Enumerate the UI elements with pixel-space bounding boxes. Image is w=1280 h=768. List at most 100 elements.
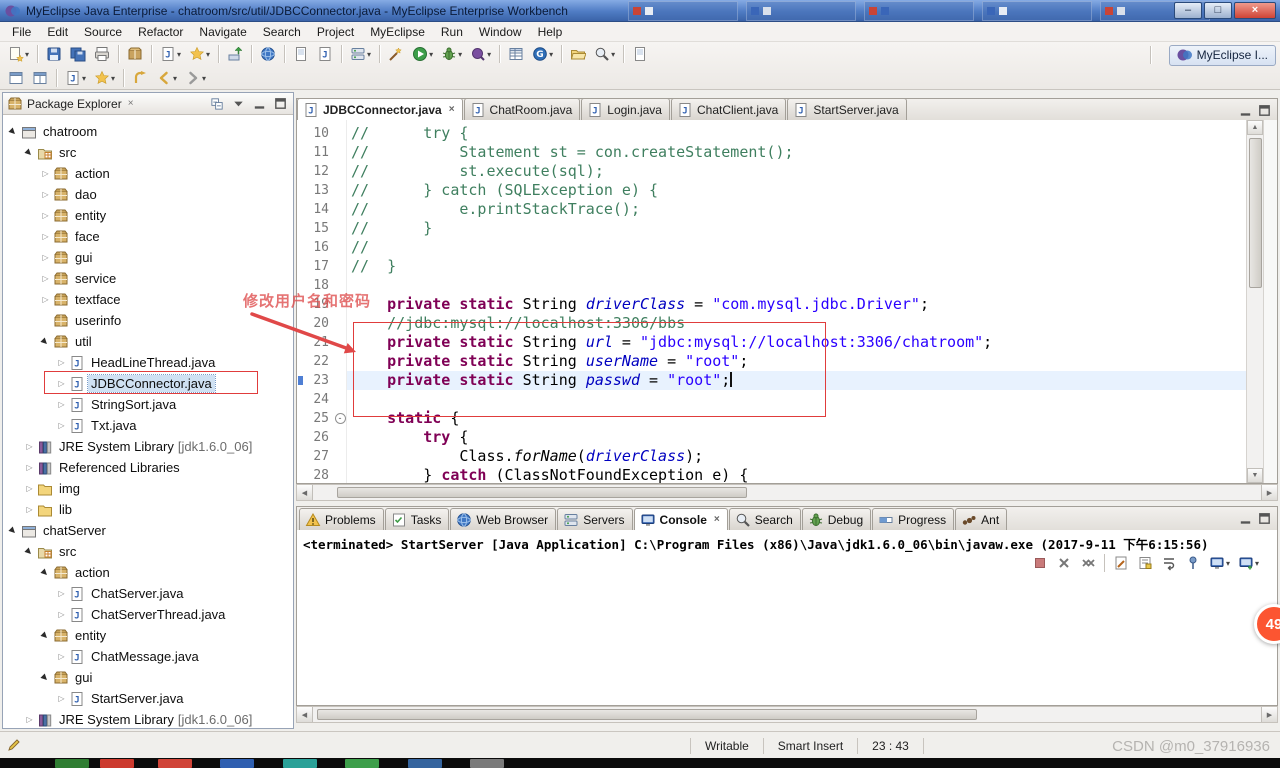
tree-item-action[interactable]: action (3, 562, 293, 583)
menu-help[interactable]: Help (530, 23, 571, 41)
dropdown-arrow-icon[interactable]: ▾ (1255, 559, 1259, 568)
menu-source[interactable]: Source (76, 23, 130, 41)
tree-item-referenced-libraries[interactable]: Referenced Libraries (3, 457, 293, 478)
tree-item-entity[interactable]: entity (3, 205, 293, 226)
scroll-up-icon[interactable]: ▲ (1247, 120, 1263, 135)
tree-item-img[interactable]: img (3, 478, 293, 499)
split-editor-button[interactable] (29, 67, 51, 89)
expand-arrow-icon[interactable] (39, 253, 52, 262)
new-java-project-button[interactable]: J ▾ (157, 43, 184, 65)
minimize-console-button[interactable] (1237, 510, 1254, 527)
dropdown-arrow-icon[interactable]: ▾ (1226, 559, 1230, 568)
deploy-module-button[interactable] (224, 43, 246, 65)
scroll-down-icon[interactable]: ▼ (1247, 468, 1263, 483)
collapse-arrow-icon[interactable] (39, 673, 52, 682)
dropdown-arrow-icon[interactable]: ▾ (611, 50, 615, 59)
dropdown-arrow-icon[interactable]: ▾ (458, 50, 462, 59)
expand-arrow-icon[interactable] (39, 211, 52, 220)
line-number[interactable]: 26 (304, 428, 334, 447)
expand-arrow-icon[interactable] (23, 505, 36, 514)
tree-item-chatmessage-java[interactable]: J ChatMessage.java (3, 646, 293, 667)
menu-window[interactable]: Window (471, 23, 530, 41)
expand-arrow-icon[interactable] (55, 652, 68, 661)
back-button[interactable]: ▾ (153, 67, 180, 89)
line-number[interactable]: 10 (304, 124, 334, 143)
maximize-editor-button[interactable] (1256, 102, 1273, 119)
dropdown-arrow-icon[interactable]: ▾ (367, 50, 371, 59)
dropdown-arrow-icon[interactable]: ▾ (25, 50, 29, 59)
collapse-arrow-icon[interactable] (39, 568, 52, 577)
view-tab-search[interactable]: Search (728, 508, 801, 530)
scrollbar-thumb[interactable] (317, 709, 977, 720)
remove-all-launches-button[interactable] (1077, 552, 1099, 574)
dropdown-arrow-icon[interactable]: ▾ (206, 50, 210, 59)
genuitec-button[interactable]: G ▾ (529, 43, 556, 65)
line-number[interactable]: 24 (304, 390, 334, 409)
line-number[interactable]: 12 (304, 162, 334, 181)
expand-arrow-icon[interactable] (23, 442, 36, 451)
expand-arrow-icon[interactable] (55, 358, 68, 367)
view-tab-progress[interactable]: Progress (872, 508, 955, 530)
view-tab-problems[interactable]: Problems (299, 508, 384, 530)
overview-ruler[interactable] (1263, 120, 1277, 483)
maximize-view-button[interactable] (272, 95, 289, 112)
scroll-right-icon[interactable]: ▶ (1261, 707, 1277, 722)
validate-button[interactable] (385, 43, 407, 65)
tree-item-src[interactable]: src (3, 541, 293, 562)
taskbar-app-icon[interactable] (345, 759, 379, 768)
line-number[interactable]: 28 (304, 466, 334, 485)
web-browser-button[interactable] (257, 43, 279, 65)
save-button[interactable] (43, 43, 65, 65)
menu-navigate[interactable]: Navigate (191, 23, 254, 41)
dropdown-arrow-icon[interactable]: ▾ (177, 50, 181, 59)
view-tab-debug[interactable]: Debug (801, 508, 872, 530)
expand-arrow-icon[interactable] (55, 400, 68, 409)
scroll-right-icon[interactable]: ▶ (1261, 485, 1277, 500)
view-tab-console[interactable]: Console × (633, 508, 728, 530)
editor-vertical-scrollbar[interactable]: ▲ ▼ (1246, 120, 1263, 483)
debug-button[interactable]: ▾ (438, 43, 465, 65)
package-explorer-tree[interactable]: chatroom src action dao entity face gui service… (3, 115, 293, 728)
editor-window-button[interactable] (5, 67, 27, 89)
collapse-arrow-icon[interactable] (23, 148, 36, 157)
display-selected-console-button[interactable]: ▾ (1206, 552, 1233, 574)
collapse-all-button[interactable] (209, 95, 226, 112)
scroll-lock-button[interactable] (1134, 552, 1156, 574)
line-number[interactable]: 15 (304, 219, 334, 238)
new-wizards-button[interactable]: ▾ (186, 43, 213, 65)
line-number[interactable]: 11 (304, 143, 334, 162)
menu-run[interactable]: Run (433, 23, 471, 41)
scroll-left-icon[interactable]: ◀ (297, 485, 313, 500)
annotations-button[interactable] (629, 43, 651, 65)
taskbar-app-icon[interactable] (100, 759, 134, 768)
profile-button[interactable]: ▾ (467, 43, 494, 65)
editor-tab-login-java[interactable]: J Login.java (581, 98, 670, 120)
line-number[interactable]: 14 (304, 200, 334, 219)
close-view-icon[interactable]: × (128, 98, 134, 109)
taskbar-app-icon[interactable] (220, 759, 254, 768)
line-number[interactable]: 17 (304, 257, 334, 276)
line-number[interactable]: 27 (304, 447, 334, 466)
maximize-button[interactable]: □ (1204, 2, 1232, 19)
expand-arrow-icon[interactable] (55, 694, 68, 703)
expand-arrow-icon[interactable] (23, 715, 36, 724)
run-server-button[interactable]: ▾ (347, 43, 374, 65)
open-resource-button[interactable] (567, 43, 589, 65)
export-archive-button[interactable] (124, 43, 146, 65)
tree-item-gui[interactable]: gui (3, 247, 293, 268)
console-view[interactable]: <terminated> StartServer [Java Applicati… (296, 530, 1278, 706)
new-wizard-menu-button[interactable]: ▾ (91, 67, 118, 89)
expand-arrow-icon[interactable] (39, 190, 52, 199)
taskbar-app-icon[interactable] (283, 759, 317, 768)
save-all-button[interactable] (67, 43, 89, 65)
line-number[interactable]: 16 (304, 238, 334, 257)
maximize-console-button[interactable] (1256, 510, 1273, 527)
tree-item-txt-java[interactable]: J Txt.java (3, 415, 293, 436)
view-tab-servers[interactable]: Servers (557, 508, 633, 530)
tree-item-jre-system-library[interactable]: JRE System Library [jdk1.6.0_06] (3, 436, 293, 457)
tree-item-stringsort-java[interactable]: J StringSort.java (3, 394, 293, 415)
expand-arrow-icon[interactable] (39, 232, 52, 241)
tree-item-service[interactable]: service (3, 268, 293, 289)
close-button[interactable]: × (1234, 2, 1276, 19)
collapse-arrow-icon[interactable] (7, 127, 20, 136)
